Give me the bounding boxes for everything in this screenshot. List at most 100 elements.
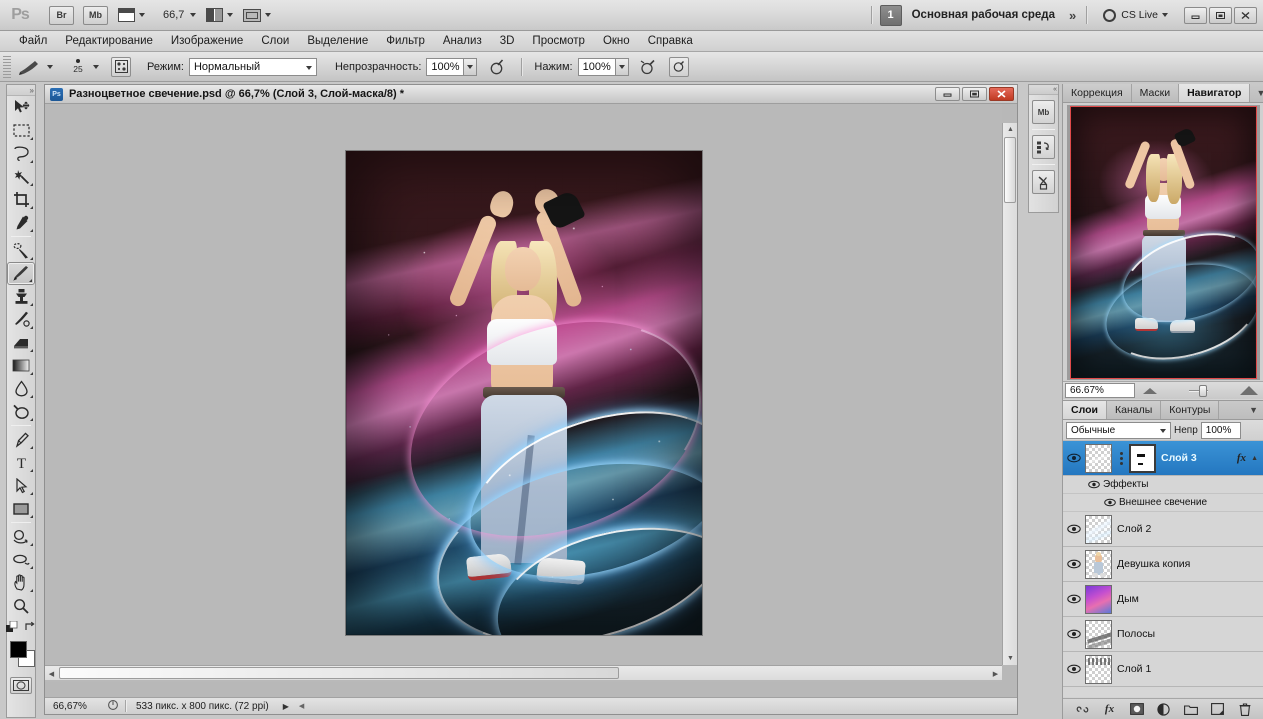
scroll-right-arrow-icon[interactable]: ▶ [989, 667, 1002, 680]
workspace-more-button[interactable]: » [1069, 8, 1074, 23]
lasso-tool[interactable] [7, 142, 35, 165]
blur-tool[interactable] [7, 377, 35, 400]
menu-edit[interactable]: Редактирование [56, 31, 162, 52]
gradient-tool[interactable] [7, 354, 35, 377]
tab-masks[interactable]: Маски [1132, 84, 1179, 102]
zoom-tool[interactable] [7, 594, 35, 617]
foreground-color-swatch[interactable] [10, 641, 27, 658]
rectangle-shape-tool[interactable] [7, 497, 35, 520]
menu-help[interactable]: Справка [639, 31, 702, 52]
move-tool[interactable] [7, 96, 35, 119]
table-row[interactable]: Полосы [1063, 617, 1263, 652]
menu-filter[interactable]: Фильтр [377, 31, 434, 52]
add-mask-button[interactable] [1128, 702, 1145, 717]
tool-presets-panel-icon[interactable] [1032, 170, 1055, 194]
list-item[interactable]: Внешнее свечение [1063, 494, 1263, 512]
workspace-label[interactable]: Основная рабочая среда [912, 9, 1055, 21]
layer-opacity-input[interactable]: 100% [1201, 422, 1241, 439]
layer-blend-mode-select[interactable]: Обычные [1066, 422, 1171, 439]
history-brush-tool[interactable] [7, 308, 35, 331]
slider-thumb[interactable] [1199, 385, 1207, 397]
layer-style-button[interactable]: fx [1101, 702, 1118, 717]
type-tool[interactable]: T [7, 451, 35, 474]
zoom-chevron-down-icon[interactable] [190, 13, 196, 17]
navigator-zoom-slider[interactable] [1163, 383, 1234, 399]
eyedropper-tool[interactable] [7, 211, 35, 234]
marquee-tool[interactable] [7, 119, 35, 142]
delete-layer-button[interactable] [1236, 702, 1253, 717]
eraser-tool[interactable] [7, 331, 35, 354]
layer-thumbnail[interactable] [1085, 515, 1112, 544]
toggle-brush-panel-button[interactable] [111, 57, 131, 77]
menu-layers[interactable]: Слои [252, 31, 298, 52]
document-artwork[interactable] [346, 151, 702, 635]
workspace-number-badge[interactable]: 1 [880, 5, 902, 26]
cs-live-button[interactable]: CS Live [1103, 9, 1168, 22]
hand-tool[interactable] [7, 571, 35, 594]
navigator-zoom-input[interactable]: 66.67% [1065, 383, 1135, 398]
tab-channels[interactable]: Каналы [1107, 401, 1161, 419]
navigator-preview-area[interactable] [1067, 105, 1260, 380]
tab-navigator[interactable]: Навигатор [1179, 84, 1250, 102]
layer-name[interactable]: Полосы [1117, 628, 1155, 640]
color-swatches[interactable] [7, 638, 37, 674]
clone-stamp-tool[interactable] [7, 285, 35, 308]
zoom-in-icon[interactable] [1240, 386, 1258, 395]
menu-window[interactable]: Окно [594, 31, 639, 52]
table-row[interactable]: Слой 1 [1063, 652, 1263, 687]
layer-thumbnail[interactable] [1085, 550, 1112, 579]
layer-thumbnail[interactable] [1085, 444, 1112, 473]
layer-visibility-toggle[interactable] [1063, 547, 1085, 582]
history-panel-icon[interactable] [1032, 135, 1055, 159]
menu-file[interactable]: Файл [10, 31, 56, 52]
document-minimize-button[interactable] [935, 87, 960, 101]
status-menu-play-icon[interactable]: ▶ [283, 702, 289, 711]
minimize-button[interactable] [1184, 7, 1207, 24]
navigator-thumbnail[interactable] [1071, 107, 1256, 378]
arrange-documents-button[interactable] [206, 8, 233, 22]
menu-select[interactable]: Выделение [298, 31, 377, 52]
layer-name[interactable]: Слой 1 [1117, 663, 1151, 675]
mini-bridge-button[interactable]: Mb [83, 6, 108, 25]
tablet-pressure-button[interactable] [669, 57, 689, 77]
3d-camera-rotate-tool[interactable] [7, 548, 35, 571]
3d-object-rotate-tool[interactable] [7, 525, 35, 548]
bridge-button[interactable]: Br [49, 6, 74, 25]
document-restore-button[interactable] [962, 87, 987, 101]
menu-analysis[interactable]: Анализ [434, 31, 491, 52]
layers-list[interactable]: Слой 3 fx ▲ Эффекты [1063, 441, 1263, 697]
layer-effects-indicator[interactable]: fx ▲ [1237, 452, 1263, 464]
toolbox-collapse-button[interactable]: » [7, 85, 35, 96]
list-item[interactable]: Эффекты [1063, 476, 1263, 494]
menu-image[interactable]: Изображение [162, 31, 252, 52]
brush-tool[interactable] [7, 262, 35, 285]
default-colors-icon[interactable] [6, 621, 18, 636]
view-extras-button[interactable] [118, 8, 145, 22]
opacity-pressure-toggle[interactable] [485, 57, 507, 77]
tab-adjustments[interactable]: Коррекция [1063, 84, 1132, 102]
zoom-out-icon[interactable] [1143, 388, 1157, 394]
layer-mask-thumbnail[interactable] [1129, 444, 1156, 473]
mini-bridge-panel-icon[interactable]: Mb [1032, 100, 1055, 124]
menu-view[interactable]: Просмотр [523, 31, 594, 52]
flow-stepper[interactable] [616, 58, 629, 76]
menu-3d[interactable]: 3D [491, 31, 524, 52]
healing-brush-tool[interactable] [7, 239, 35, 262]
table-row[interactable]: Девушка копия [1063, 547, 1263, 582]
layer-name[interactable]: Дым [1117, 593, 1139, 605]
scroll-left-arrow-icon[interactable]: ◀ [45, 667, 58, 680]
new-group-button[interactable] [1182, 702, 1199, 717]
brush-preset-chevron-down-icon[interactable] [47, 65, 53, 69]
dock-expand-button[interactable]: « [1029, 85, 1058, 95]
layers-panel-menu-icon[interactable]: ▼ [1243, 401, 1263, 419]
options-bar-grip[interactable] [3, 56, 11, 78]
vertical-scroll-thumb[interactable] [1004, 137, 1016, 203]
scroll-up-arrow-icon[interactable]: ▲ [1004, 123, 1017, 136]
table-row[interactable]: Слой 2 [1063, 512, 1263, 547]
flow-input[interactable]: 100% [578, 58, 616, 76]
table-row[interactable]: Дым [1063, 582, 1263, 617]
document-title-bar[interactable]: Ps Разноцветное свечение.psd @ 66,7% (Сл… [45, 85, 1017, 104]
magic-wand-tool[interactable] [7, 165, 35, 188]
brush-preset-picker[interactable] [15, 56, 43, 78]
table-row[interactable]: Слой 3 fx ▲ [1063, 441, 1263, 476]
